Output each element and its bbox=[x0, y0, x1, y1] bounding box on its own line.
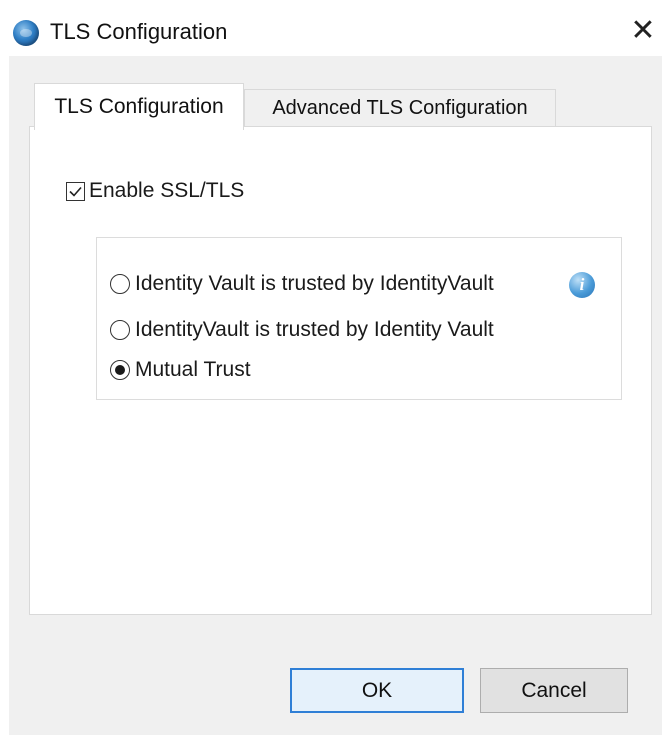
checkmark-icon bbox=[69, 186, 82, 197]
radio-button[interactable] bbox=[110, 360, 130, 380]
tls-configuration-dialog: TLS Configuration ✕ TLS Configuration Ad… bbox=[9, 8, 662, 735]
radio-label: Mutual Trust bbox=[135, 358, 251, 381]
radio-selected-dot bbox=[115, 365, 125, 375]
enable-ssl-checkbox[interactable] bbox=[66, 181, 85, 201]
cancel-button[interactable]: Cancel bbox=[480, 668, 628, 713]
globe-icon bbox=[13, 20, 39, 46]
radio-label: Identity Vault is trusted by IdentityVau… bbox=[135, 272, 494, 295]
window-title: TLS Configuration bbox=[50, 19, 228, 44]
radio-option-identity-vault-trusted[interactable]: Identity Vault is trusted by IdentityVau… bbox=[110, 272, 494, 296]
radio-option-identityvault-trusted[interactable]: IdentityVault is trusted by Identity Vau… bbox=[110, 318, 494, 342]
radio-button[interactable] bbox=[110, 320, 130, 340]
tab-advanced-tls-configuration[interactable]: Advanced TLS Configuration bbox=[244, 89, 556, 127]
info-icon[interactable]: i bbox=[569, 272, 595, 298]
ok-button[interactable]: OK bbox=[290, 668, 464, 713]
radio-option-mutual-trust[interactable]: Mutual Trust bbox=[110, 358, 251, 382]
title-bar: TLS Configuration ✕ bbox=[9, 8, 662, 56]
tab-tls-configuration[interactable]: TLS Configuration bbox=[34, 83, 244, 130]
tab-label: Advanced TLS Configuration bbox=[272, 97, 528, 119]
radio-label: IdentityVault is trusted by Identity Vau… bbox=[135, 318, 494, 341]
trust-options-group: Identity Vault is trusted by IdentityVau… bbox=[96, 237, 622, 400]
radio-button[interactable] bbox=[110, 274, 130, 294]
tab-panel: Enable SSL/TLS Identity Vault is trusted… bbox=[29, 126, 652, 615]
tab-label: TLS Configuration bbox=[54, 95, 224, 118]
close-button[interactable]: ✕ bbox=[626, 14, 660, 48]
enable-ssl-checkbox-row[interactable]: Enable SSL/TLS bbox=[66, 179, 244, 203]
enable-ssl-label: Enable SSL/TLS bbox=[89, 179, 245, 202]
